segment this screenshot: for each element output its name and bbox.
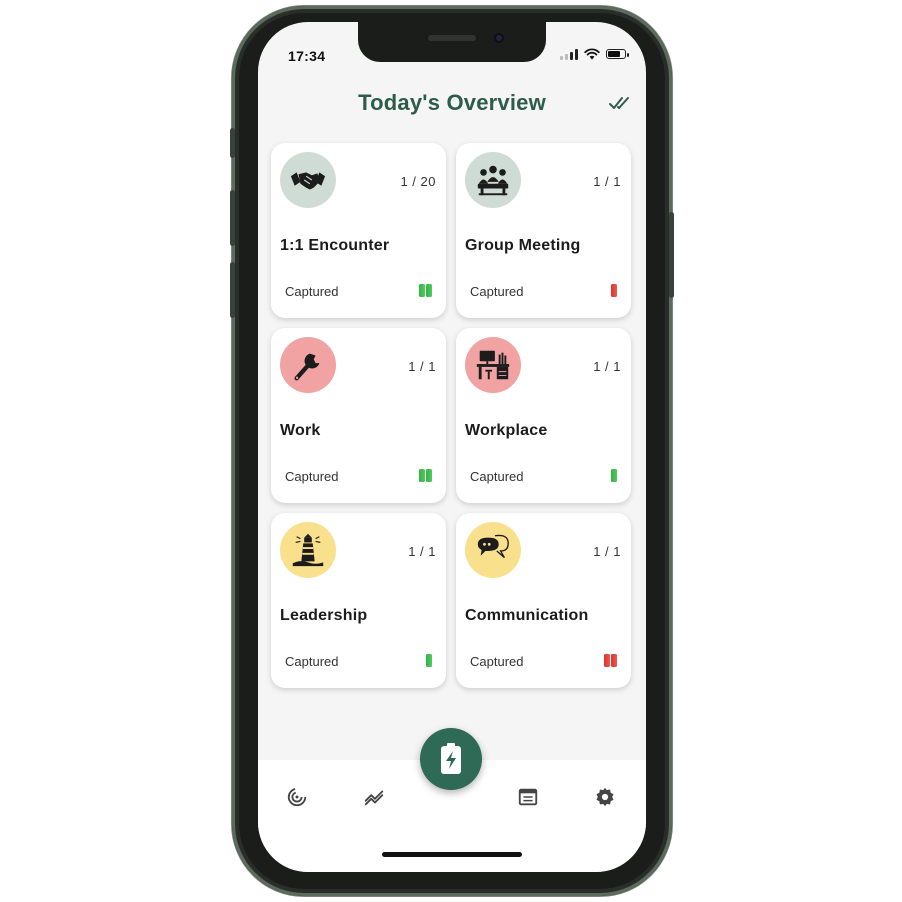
progress-count: 1 / 1 [408, 544, 436, 559]
category-name: Workplace [465, 422, 548, 439]
category-avatar [465, 152, 521, 208]
front-camera [494, 33, 504, 43]
gear-icon[interactable] [594, 786, 616, 808]
calendar-icon[interactable] [517, 786, 539, 808]
capture-status: Captured [285, 469, 339, 484]
mute-switch [230, 128, 235, 158]
app-screen: 17:34 Today's Overview 1 / 20 1:1 Encoun… [258, 22, 646, 872]
battery-cell-icon [419, 284, 425, 297]
category-card-workplace[interactable]: 1 / 1 Workplace Captured [456, 328, 631, 503]
capture-status: Captured [470, 469, 524, 484]
capture-status: Captured [285, 284, 339, 299]
battery-status-icon [606, 49, 629, 59]
category-grid: 1 / 20 1:1 Encounter Captured 1 / 1 Grou… [271, 143, 633, 688]
energy-level-icon [611, 284, 617, 297]
category-name: Group Meeting [465, 237, 581, 254]
lighthouse-icon [292, 533, 324, 567]
category-card-leadership[interactable]: 1 / 1 Leadership Captured [271, 513, 446, 688]
notch [358, 22, 546, 62]
progress-count: 1 / 1 [593, 544, 621, 559]
battery-cell-icon [426, 654, 432, 667]
category-card-encounter[interactable]: 1 / 20 1:1 Encounter Captured [271, 143, 446, 318]
progress-count: 1 / 1 [593, 174, 621, 189]
category-avatar [465, 522, 521, 578]
progress-count: 1 / 20 [400, 174, 436, 189]
status-icons [560, 48, 629, 60]
energy-level-icon [419, 469, 432, 482]
category-avatar [280, 152, 336, 208]
page-title: Today's Overview [358, 90, 546, 115]
radar-icon[interactable] [286, 786, 308, 808]
desk-icon [476, 350, 510, 380]
category-name: 1:1 Encounter [280, 237, 390, 254]
volume-up-button [230, 190, 235, 246]
category-name: Work [280, 422, 321, 439]
battery-cell-icon [611, 469, 617, 482]
home-indicator [382, 852, 522, 857]
handshake-icon [290, 172, 326, 190]
group-meeting-icon [477, 165, 509, 196]
energy-level-icon [426, 654, 432, 667]
capture-status: Captured [470, 284, 524, 299]
progress-count: 1 / 1 [408, 359, 436, 374]
battery-bolt-icon [441, 743, 461, 774]
battery-bolt-button[interactable] [420, 728, 482, 790]
double-check-icon[interactable] [608, 94, 632, 112]
energy-level-icon [611, 469, 617, 482]
category-name: Communication [465, 607, 589, 624]
capture-status: Captured [470, 654, 524, 669]
progress-count: 1 / 1 [593, 359, 621, 374]
speech-bubbles-icon [477, 534, 509, 559]
category-avatar [465, 337, 521, 393]
category-name: Leadership [280, 607, 368, 624]
battery-cell-icon [426, 469, 432, 482]
battery-cell-icon [426, 284, 432, 297]
signal-icon [560, 48, 578, 60]
capture-status: Captured [285, 654, 339, 669]
energy-level-icon [604, 654, 617, 667]
wrench-icon [294, 353, 320, 381]
energy-level-icon [419, 284, 432, 297]
speaker [428, 35, 476, 41]
category-card-work[interactable]: 1 / 1 Work Captured [271, 328, 446, 503]
battery-cell-icon [604, 654, 610, 667]
status-time: 17:34 [288, 48, 326, 64]
battery-cell-icon [611, 654, 617, 667]
wifi-icon [584, 48, 600, 60]
trend-icon[interactable] [363, 786, 385, 808]
battery-cell-icon [611, 284, 617, 297]
battery-cell-icon [419, 469, 425, 482]
category-avatar [280, 522, 336, 578]
power-button [669, 212, 674, 298]
category-avatar [280, 337, 336, 393]
volume-down-button [230, 262, 235, 318]
category-card-communication[interactable]: 1 / 1 Communication Captured [456, 513, 631, 688]
category-card-group-meeting[interactable]: 1 / 1 Group Meeting Captured [456, 143, 631, 318]
